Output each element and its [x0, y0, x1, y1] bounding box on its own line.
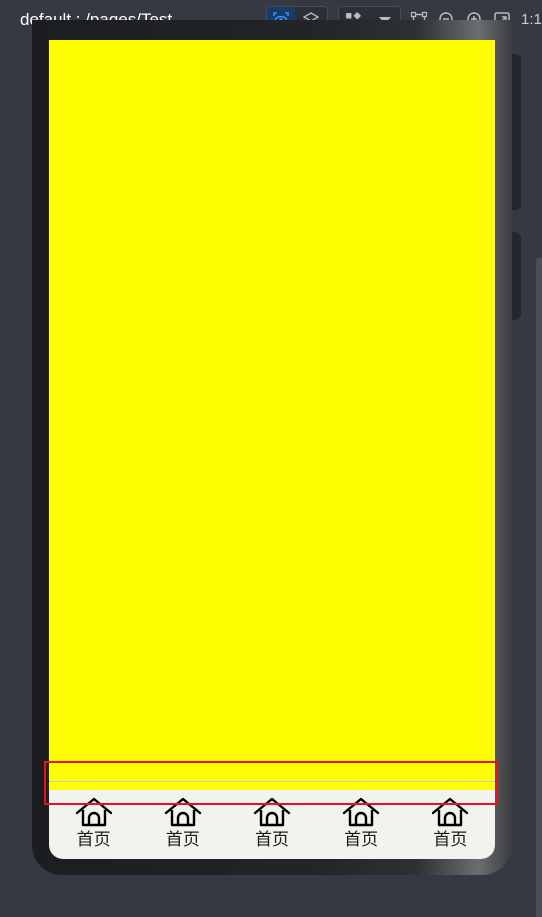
tab-label: 首页	[344, 830, 379, 850]
home-icon	[432, 797, 469, 827]
tab-label: 首页	[254, 830, 289, 850]
scrollbar[interactable]	[536, 258, 542, 917]
tab-label: 首页	[76, 830, 111, 850]
home-icon	[342, 797, 380, 827]
home-icon	[253, 797, 291, 827]
tab-home-5[interactable]: 首页	[406, 793, 495, 859]
actual-size-button[interactable]: 1:1	[521, 10, 542, 30]
device-screen: 首页 首页 首页 首页 首页	[49, 40, 495, 859]
tabbar-divider	[49, 781, 495, 782]
tab-bar: 首页 首页 首页 首页 首页	[49, 793, 495, 859]
tab-label: 首页	[165, 830, 200, 850]
tab-home-1[interactable]: 首页	[49, 793, 138, 859]
home-icon	[75, 797, 112, 827]
tab-home-2[interactable]: 首页	[138, 793, 227, 859]
home-icon	[164, 797, 201, 827]
tab-label: 首页	[433, 830, 468, 850]
page-content-area[interactable]	[49, 40, 495, 790]
tab-home-3[interactable]: 首页	[227, 793, 316, 859]
tab-home-4[interactable]: 首页	[317, 793, 406, 859]
